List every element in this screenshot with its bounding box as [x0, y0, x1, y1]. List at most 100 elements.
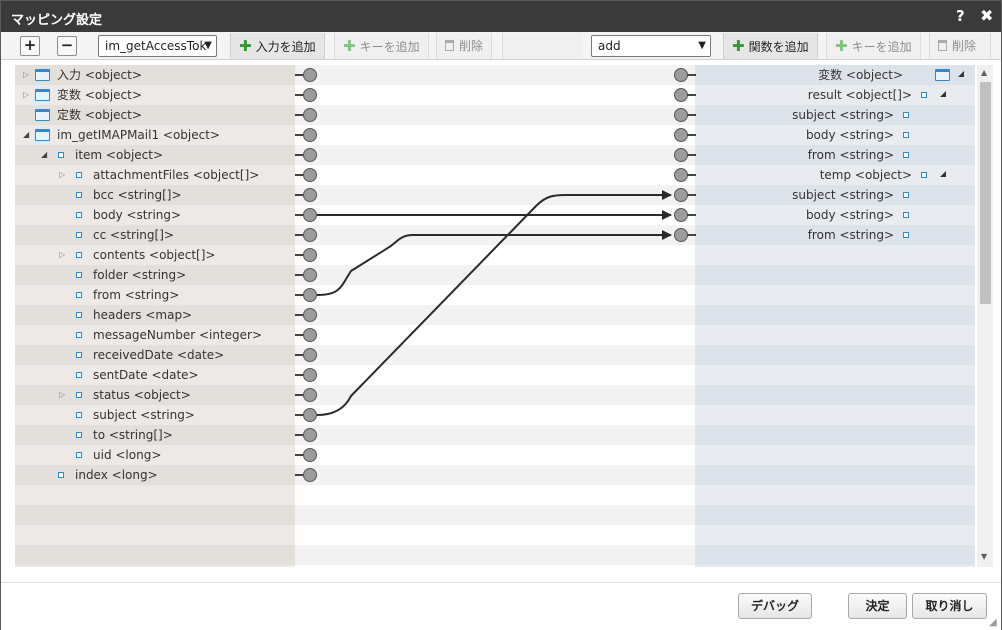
resize-grip-icon[interactable]: ◢ [989, 617, 997, 628]
node-label: from <string> [807, 148, 894, 162]
connector-port[interactable] [674, 208, 688, 222]
connector-port[interactable] [303, 108, 317, 122]
node-label: result <object[]> [807, 88, 912, 102]
expand-icon[interactable]: ▷ [59, 165, 65, 185]
close-icon[interactable]: ✖ [980, 6, 993, 25]
connector-port[interactable] [303, 468, 317, 482]
expand-icon[interactable]: ▷ [59, 385, 65, 405]
connector-port[interactable] [303, 188, 317, 202]
tree-node-attachmentfiles[interactable]: ▷ attachmentFiles <object[]> [15, 165, 295, 185]
help-icon[interactable]: ? [956, 7, 965, 25]
expand-icon[interactable]: ▷ [59, 245, 65, 265]
tree-node-input[interactable]: ▷ 入力 <object> [15, 65, 295, 85]
expand-icon[interactable]: ▷ [23, 65, 29, 85]
connector-port[interactable] [303, 348, 317, 362]
connector-port[interactable] [303, 68, 317, 82]
connector-port[interactable] [303, 168, 317, 182]
collapse-all-button[interactable]: − [57, 36, 77, 56]
tree-node-variable[interactable]: ▷ 変数 <object> [15, 85, 295, 105]
function-select[interactable]: add ▼ [591, 35, 711, 57]
tree-node-cc[interactable]: cc <string[]> [15, 225, 295, 245]
expand-icon[interactable]: ▷ [23, 85, 29, 105]
connector-port[interactable] [303, 428, 317, 442]
connector-port[interactable] [303, 228, 317, 242]
field-icon [921, 172, 927, 178]
cancel-button[interactable]: 取り消し [912, 593, 987, 619]
collapse-icon[interactable] [940, 171, 946, 177]
tree-node-receiveddate[interactable]: receivedDate <date> [15, 345, 295, 365]
node-label: temp <object> [819, 168, 912, 182]
tree-node-headers[interactable]: headers <map> [15, 305, 295, 325]
connector-port[interactable] [303, 288, 317, 302]
connector-port[interactable] [303, 448, 317, 462]
input-source-select[interactable]: im_getAccessTok ▼ [98, 35, 217, 57]
connector-port[interactable] [674, 68, 688, 82]
add-input-button[interactable]: ✚ 入力を追加 [230, 33, 325, 59]
connector-port[interactable] [303, 208, 317, 222]
expand-all-button[interactable]: + [20, 36, 40, 56]
tree-node-item[interactable]: ◢ item <object> [15, 145, 295, 165]
scroll-up-icon[interactable]: ▲ [981, 68, 987, 77]
delete-left-button[interactable]: 削除 [436, 33, 493, 59]
output-node-result-body[interactable]: body <string> [695, 125, 975, 145]
debug-button[interactable]: デバッグ [738, 593, 812, 619]
output-node-result-from[interactable]: from <string> [695, 145, 975, 165]
add-function-button[interactable]: ✚ 関数を追加 [723, 33, 818, 59]
tree-node-from[interactable]: from <string> [15, 285, 295, 305]
output-node-temp-body[interactable]: body <string> [695, 205, 975, 225]
scrollbar-thumb[interactable] [980, 82, 991, 304]
tree-node-constant[interactable]: 定数 <object> [15, 105, 295, 125]
add-key-right-button[interactable]: ✚ キーを追加 [826, 33, 921, 59]
field-icon [76, 172, 82, 178]
collapse-icon[interactable] [940, 91, 946, 97]
collapse-icon[interactable] [958, 71, 964, 77]
output-node-temp-from[interactable]: from <string> [695, 225, 975, 245]
collapse-icon[interactable]: ◢ [41, 145, 47, 165]
tree-node-folder[interactable]: folder <string> [15, 265, 295, 285]
tree-node-to[interactable]: to <string[]> [15, 425, 295, 445]
connector-port[interactable] [303, 88, 317, 102]
tree-node-getimapmail[interactable]: ◢ im_getIMAPMail1 <object> [15, 125, 295, 145]
connector-port[interactable] [303, 128, 317, 142]
connector-port[interactable] [674, 108, 688, 122]
connector-port[interactable] [674, 128, 688, 142]
tree-node-subject[interactable]: subject <string> [15, 405, 295, 425]
scroll-down-icon[interactable]: ▼ [981, 552, 987, 561]
tree-node-body[interactable]: body <string> [15, 205, 295, 225]
connector-port[interactable] [674, 228, 688, 242]
delete-right-label: 削除 [952, 39, 977, 53]
ok-button[interactable]: 決定 [848, 593, 907, 619]
connector-port[interactable] [303, 248, 317, 262]
output-node-temp[interactable]: temp <object> [695, 165, 975, 185]
node-label: 定数 <object> [57, 108, 142, 122]
connector-port[interactable] [674, 88, 688, 102]
output-node-variable[interactable]: 変数 <object> [695, 65, 975, 85]
tree-node-messagenumber[interactable]: messageNumber <integer> [15, 325, 295, 345]
connector-port[interactable] [303, 388, 317, 402]
connector-port[interactable] [303, 268, 317, 282]
collapse-icon[interactable]: ◢ [23, 125, 29, 145]
mapping-canvas[interactable] [295, 65, 695, 567]
connector-port[interactable] [303, 328, 317, 342]
connector-port[interactable] [303, 148, 317, 162]
delete-right-button[interactable]: 削除 [929, 33, 991, 59]
add-key-left-button[interactable]: ✚ キーを追加 [334, 33, 429, 59]
connector-port[interactable] [674, 148, 688, 162]
tree-node-index[interactable]: index <long> [15, 465, 295, 485]
field-icon [76, 292, 82, 298]
connector-port[interactable] [303, 308, 317, 322]
connector-port[interactable] [674, 168, 688, 182]
output-node-result-subject[interactable]: subject <string> [695, 105, 975, 125]
field-icon [58, 152, 64, 158]
connector-port[interactable] [303, 368, 317, 382]
output-node-temp-subject[interactable]: subject <string> [695, 185, 975, 205]
connector-port[interactable] [303, 408, 317, 422]
output-node-result[interactable]: result <object[]> [695, 85, 975, 105]
connector-port[interactable] [674, 188, 688, 202]
tree-node-uid[interactable]: uid <long> [15, 445, 295, 465]
tree-node-sentdate[interactable]: sentDate <date> [15, 365, 295, 385]
tree-node-bcc[interactable]: bcc <string[]> [15, 185, 295, 205]
tree-node-contents[interactable]: ▷ contents <object[]> [15, 245, 295, 265]
tree-node-status[interactable]: ▷ status <object> [15, 385, 295, 405]
field-icon [903, 232, 909, 238]
